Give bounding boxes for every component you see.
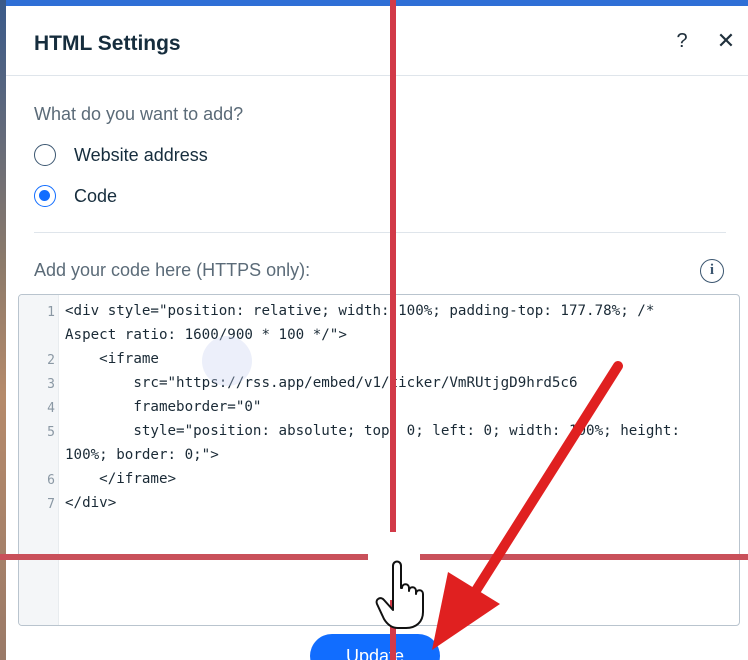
code-field-label: Add your code here (HTTPS only): [34,260,311,280]
code-line: </div> [65,495,117,511]
line-number: 2 [47,353,55,368]
source-question: What do you want to add? [34,104,244,124]
panel-title: HTML Settings [34,32,181,55]
info-icon[interactable]: i [700,259,724,283]
line-number: 7 [47,497,55,512]
code-line: style="position: absolute; top: 0; left:… [65,423,680,439]
code-line: <div style="position: relative; width: 1… [65,303,655,319]
line-number-gutter [19,295,59,625]
code-line: Aspect ratio: 1600/900 * 100 */"> [65,327,347,343]
divider [34,232,726,233]
radio-label: Website address [74,144,208,165]
guide-line-horizontal-right [420,554,748,560]
code-line: frameborder="0" [65,399,262,415]
close-icon[interactable]: ✕ [714,30,738,54]
code-line: src="https://rss.app/embed/v1/ticker/VmR… [65,375,578,391]
html-settings-panel: HTML Settings ? ✕ What do you want to ad… [6,6,748,660]
radio-button-selected[interactable] [34,185,56,207]
line-number: 3 [47,377,55,392]
guide-line-vertical [390,0,396,532]
guide-line-horizontal-left [0,554,368,560]
radio-code[interactable]: Code [34,184,117,208]
help-icon[interactable]: ? [670,30,694,54]
radio-website-address[interactable]: Website address [34,143,208,167]
panel-header: HTML Settings ? ✕ [6,6,748,76]
line-number: 1 [47,305,55,320]
radio-button[interactable] [34,144,56,166]
code-editor[interactable]: 1 2 3 4 5 6 7 <div style="position: rela… [18,294,740,626]
line-number: 6 [47,473,55,488]
code-line: 100%; border: 0;"> [65,447,219,463]
code-line: <iframe [65,351,159,367]
line-number: 4 [47,401,55,416]
update-button[interactable]: Update [310,634,440,660]
code-line: </iframe> [65,471,177,487]
radio-label: Code [74,185,118,206]
guide-line-vertical-lower [390,600,396,660]
line-number: 5 [47,425,55,440]
cursor-highlight [202,336,252,386]
